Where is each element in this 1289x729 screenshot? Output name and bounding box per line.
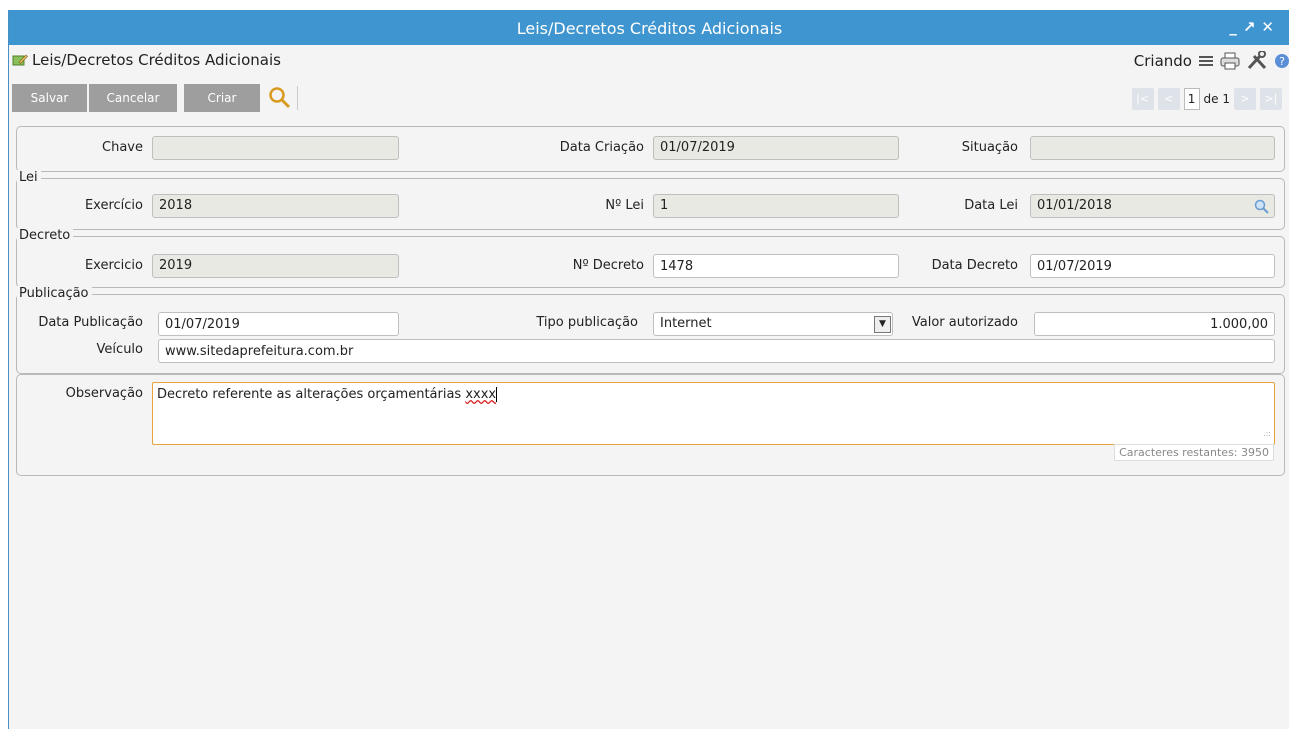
decreto-panel: Decreto Exercicio 2019 Nº Decreto Data D… xyxy=(16,228,1285,288)
cancel-button[interactable]: Cancelar xyxy=(89,84,177,112)
tools-icon[interactable] xyxy=(1246,51,1268,71)
observacao-label: Observação xyxy=(65,386,143,401)
valor-autorizado-field[interactable] xyxy=(1034,312,1275,336)
data-publicacao-field[interactable] xyxy=(158,312,399,336)
data-decreto-label: Data Decreto xyxy=(931,258,1018,273)
publicacao-panel: Publicação Data Publicação Tipo publicaç… xyxy=(16,286,1285,374)
data-publicacao-label: Data Publicação xyxy=(38,315,143,330)
minimize-icon[interactable]: _ xyxy=(1229,18,1243,36)
situacao-field[interactable] xyxy=(1030,136,1275,160)
numero-decreto-label: Nº Decreto xyxy=(572,258,644,273)
chevron-down-icon[interactable]: ▼ xyxy=(874,316,891,333)
resize-handle-icon[interactable]: .:: xyxy=(1263,425,1271,443)
chave-label: Chave xyxy=(102,140,143,155)
search-icon[interactable] xyxy=(268,86,292,110)
decreto-exercicio-label: Exercicio xyxy=(84,258,143,273)
last-page-button[interactable]: >| xyxy=(1260,88,1282,110)
page-title: Leis/Decretos Créditos Adicionais xyxy=(32,51,281,69)
tipo-publicacao-value: Internet xyxy=(660,316,712,331)
save-button[interactable]: Salvar xyxy=(12,84,87,112)
first-page-button[interactable]: |< xyxy=(1131,88,1154,110)
window-titlebar[interactable]: Leis/Decretos Créditos Adicionais _↗✕ xyxy=(9,10,1289,45)
data-criacao-label: Data Criação xyxy=(559,140,644,155)
observacao-text: Decreto referente as alterações orçament… xyxy=(157,387,466,402)
observacao-misspelled-text: xxxx xyxy=(465,387,497,402)
chave-field[interactable] xyxy=(152,136,399,160)
app-window: Leis/Decretos Créditos Adicionais _↗✕ Le… xyxy=(8,10,1289,729)
help-icon[interactable]: ? xyxy=(1274,53,1289,69)
mode-status: Criando xyxy=(1133,52,1192,70)
publicacao-legend: Publicação xyxy=(17,286,92,301)
numero-decreto-field[interactable] xyxy=(653,254,899,278)
data-lei-value: 01/01/2018 xyxy=(1037,198,1112,213)
toolbar: Salvar Cancelar Criar xyxy=(12,84,1289,112)
numero-lei-label: Nº Lei xyxy=(605,198,644,213)
tipo-publicacao-label: Tipo publicação xyxy=(536,315,638,330)
veiculo-label: Veículo xyxy=(96,342,143,357)
veiculo-field[interactable] xyxy=(158,339,1275,363)
prev-page-button[interactable]: < xyxy=(1157,88,1180,110)
menu-icon[interactable] xyxy=(1198,54,1214,68)
close-icon[interactable]: ✕ xyxy=(1261,18,1280,36)
text-cursor xyxy=(496,387,498,402)
situacao-label: Situação xyxy=(961,140,1018,155)
lei-exercicio-field[interactable]: 2018 xyxy=(152,194,399,218)
lei-legend: Lei xyxy=(17,170,41,185)
header-tools: Criando ? xyxy=(1134,51,1289,71)
toolbar-divider xyxy=(297,86,298,110)
next-page-button[interactable]: > xyxy=(1234,88,1256,110)
observacao-panel: Observação Decreto referente as alteraçõ… xyxy=(16,374,1285,476)
data-lei-label: Data Lei xyxy=(964,198,1018,213)
numero-lei-field[interactable]: 1 xyxy=(653,194,899,218)
decreto-exercicio-field[interactable]: 2019 xyxy=(152,254,399,278)
svg-text:?: ? xyxy=(1279,55,1285,68)
edit-document-icon xyxy=(12,54,28,66)
characters-remaining: Caracteres restantes: 3950 xyxy=(1114,444,1274,461)
lei-exercicio-label: Exercício xyxy=(84,198,143,213)
maximize-icon[interactable]: ↗ xyxy=(1243,18,1262,36)
lei-panel: Lei Exercício 2018 Nº Lei 1 Data Lei 01/… xyxy=(16,170,1285,230)
observacao-textarea[interactable]: Decreto referente as alterações orçament… xyxy=(152,382,1275,445)
valor-autorizado-label: Valor autorizado xyxy=(911,315,1018,330)
window-controls: _↗✕ xyxy=(1229,10,1280,44)
data-lei-field[interactable]: 01/01/2018 xyxy=(1030,194,1275,218)
main-panel: Chave Data Criação 01/07/2019 Situação xyxy=(16,126,1285,172)
pagination: |< < 1 de 1 > >| xyxy=(1131,88,1282,110)
data-decreto-field[interactable] xyxy=(1030,254,1275,278)
form-header: Leis/Decretos Créditos Adicionais Criand… xyxy=(9,45,1289,81)
page-count: de 1 xyxy=(1203,92,1230,106)
lookup-icon[interactable] xyxy=(1254,199,1269,214)
print-icon[interactable] xyxy=(1220,52,1240,70)
data-criacao-field[interactable]: 01/07/2019 xyxy=(653,136,899,160)
decreto-legend: Decreto xyxy=(17,228,74,243)
create-button[interactable]: Criar xyxy=(184,84,260,112)
tipo-publicacao-select[interactable]: Internet ▼ xyxy=(653,312,893,336)
page-number-input[interactable]: 1 xyxy=(1183,88,1200,110)
window-title: Leis/Decretos Créditos Adicionais xyxy=(516,19,783,38)
